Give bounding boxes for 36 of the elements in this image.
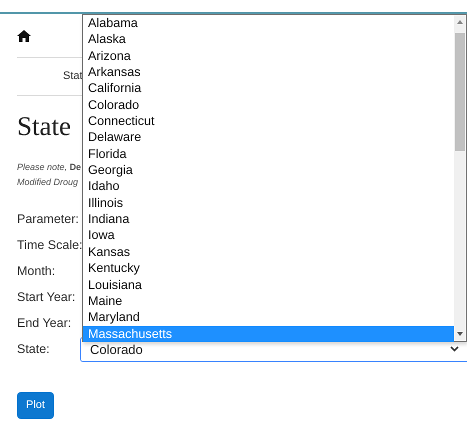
scroll-down-icon[interactable] <box>457 332 463 336</box>
dropdown-option[interactable]: Indiana <box>83 211 454 228</box>
scrollbar[interactable] <box>454 15 466 341</box>
scrollbar-thumb[interactable] <box>455 33 465 151</box>
dropdown-option[interactable]: Maine <box>83 292 454 310</box>
plot-button[interactable]: Plot <box>17 392 54 419</box>
field-label: Parameter: <box>17 211 80 228</box>
dropdown-option[interactable]: Colorado <box>83 96 454 114</box>
breadcrumb-item[interactable]: Stat <box>63 68 83 85</box>
dropdown-option[interactable]: California <box>83 80 454 97</box>
field-label: State: <box>17 341 51 358</box>
field-label: Time Scale: <box>17 237 80 254</box>
dropdown-option[interactable]: Arkansas <box>83 64 454 80</box>
note-text: Modified Droug <box>17 176 78 190</box>
dropdown-option[interactable]: Connecticut <box>83 113 454 130</box>
dropdown-option[interactable]: Illinois <box>83 194 454 212</box>
note-text: Please note, De <box>17 161 82 174</box>
home-icon[interactable] <box>17 30 31 42</box>
dropdown-option[interactable]: Florida <box>83 146 454 162</box>
chevron-down-icon <box>450 346 459 352</box>
dropdown-option[interactable]: Iowa <box>83 227 454 244</box>
dropdown-option[interactable]: Delaware <box>83 129 454 146</box>
page-title: State <box>17 110 71 142</box>
dropdown-option[interactable]: Alabama <box>83 15 454 32</box>
dropdown-option[interactable]: Kansas <box>83 244 454 260</box>
field-label: Month: <box>17 263 56 280</box>
field-label: End Year: <box>17 315 72 332</box>
dropdown-option[interactable]: Georgia <box>83 162 454 178</box>
scroll-up-icon[interactable] <box>457 20 463 24</box>
dropdown-option[interactable]: Kentucky <box>83 260 454 276</box>
field-label: Start Year: <box>17 289 76 306</box>
dropdown-option[interactable]: Alaska <box>83 31 454 48</box>
dropdown-option[interactable]: Arizona <box>83 48 454 64</box>
dropdown-option[interactable]: Louisiana <box>83 276 454 293</box>
dropdown-option[interactable]: Maryland <box>83 309 454 326</box>
dropdown-option[interactable]: Idaho <box>83 178 454 195</box>
